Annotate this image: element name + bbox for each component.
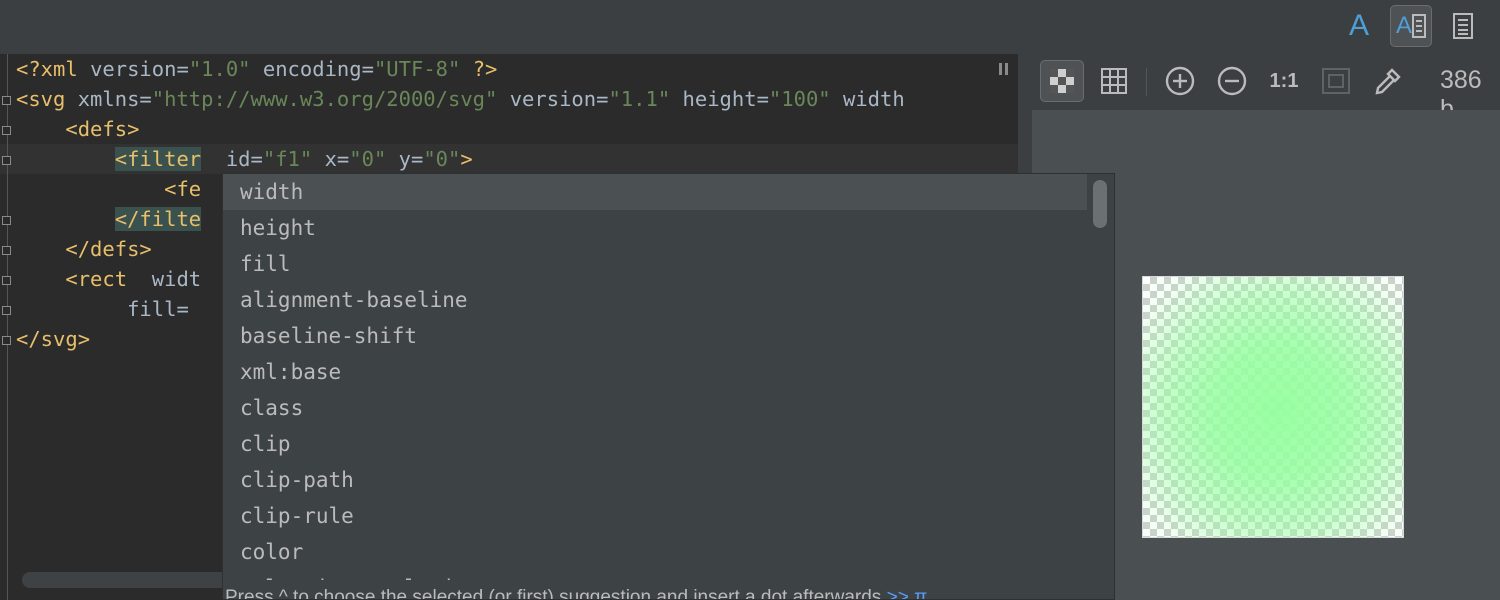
- code-line[interactable]: <rect widt: [16, 264, 201, 294]
- code-token: <rect: [65, 267, 140, 291]
- blurred-rect-render: [1143, 277, 1403, 537]
- toolbar-separator: [1146, 68, 1147, 96]
- code-token: id=: [201, 147, 263, 171]
- completion-item[interactable]: clip-rule: [223, 498, 1087, 534]
- code-line[interactable]: <filter id="f1" x="0" y="0">: [16, 144, 473, 174]
- completion-more-link[interactable]: >> π: [887, 587, 928, 599]
- fold-marker-icon[interactable]: [2, 306, 11, 315]
- code-token: "1.0": [188, 57, 251, 81]
- fit-to-window-icon: [1322, 68, 1350, 94]
- completion-item[interactable]: xml:base: [223, 354, 1087, 390]
- fold-gutter: [7, 54, 8, 600]
- code-token: <svg: [16, 87, 78, 111]
- completion-item[interactable]: width: [223, 174, 1087, 210]
- completion-item[interactable]: alignment-baseline: [223, 282, 1087, 318]
- color-picker-button[interactable]: [1370, 60, 1406, 102]
- code-token: ?>: [460, 57, 498, 81]
- fold-marker-icon[interactable]: [2, 216, 11, 225]
- code-token: >: [460, 147, 473, 171]
- code-line[interactable]: </defs>: [16, 234, 152, 264]
- zoom-out-icon: [1217, 66, 1247, 96]
- fold-marker-icon[interactable]: [2, 96, 11, 105]
- completion-item[interactable]: fill: [223, 246, 1087, 282]
- code-token: fill=: [16, 297, 189, 321]
- code-token: "f1": [262, 147, 313, 171]
- zoom-in-button[interactable]: [1162, 60, 1198, 102]
- completion-hint: Press ^ to choose the selected (or first…: [223, 580, 1114, 600]
- code-token: "0": [423, 147, 461, 171]
- code-token: </svg>: [16, 327, 91, 351]
- completion-scrollbar[interactable]: [1093, 180, 1107, 228]
- preview-only-mode-button[interactable]: [1442, 5, 1484, 47]
- editor-and-preview-mode-button[interactable]: A: [1390, 5, 1432, 47]
- fold-marker-icon[interactable]: [2, 336, 11, 345]
- completion-item[interactable]: clip: [223, 426, 1087, 462]
- code-token: x=: [312, 147, 350, 171]
- top-toolbar: A A: [0, 0, 1500, 54]
- code-token: <defs>: [65, 117, 140, 141]
- code-line[interactable]: <svg xmlns="http://www.w3.org/2000/svg" …: [16, 84, 905, 114]
- actual-size-button[interactable]: 1:1: [1266, 60, 1302, 102]
- completion-item[interactable]: baseline-shift: [223, 318, 1087, 354]
- completion-popup[interactable]: width height fill alignment-baseline baselin…: [222, 173, 1115, 600]
- code-line[interactable]: </svg>: [16, 324, 90, 354]
- code-token: xmlns=: [77, 87, 152, 111]
- code-token: "100": [768, 87, 831, 111]
- fit-zoom-button[interactable]: [1318, 60, 1354, 102]
- fold-marker-icon[interactable]: [2, 276, 11, 285]
- pause-icon[interactable]: [998, 62, 1010, 81]
- completion-item[interactable]: class: [223, 390, 1087, 426]
- code-token: widt: [139, 267, 202, 291]
- code-token: "UTF-8": [373, 57, 461, 81]
- code-token: version=: [90, 57, 189, 81]
- editor-only-mode-button[interactable]: A: [1338, 5, 1380, 47]
- completion-hint-text: Press ^ to choose the selected (or first…: [225, 587, 882, 600]
- code-token: encoding=: [250, 57, 374, 81]
- eyedropper-icon: [1375, 68, 1401, 95]
- code-token: "0": [349, 147, 387, 171]
- chessboard-icon: [1050, 69, 1074, 93]
- zoom-out-button[interactable]: [1214, 60, 1250, 102]
- code-line[interactable]: <?xml version="1.0" encoding="UTF-8" ?>: [16, 54, 497, 84]
- code-token: height=: [670, 87, 769, 111]
- code-line[interactable]: <defs>: [16, 114, 139, 144]
- completion-item[interactable]: height: [223, 210, 1087, 246]
- split-view-icon: A: [1396, 12, 1426, 40]
- fold-marker-icon[interactable]: [2, 156, 11, 165]
- code-token: "1.1": [608, 87, 671, 111]
- code-line[interactable]: fill=: [16, 294, 189, 324]
- grid-icon: [1101, 68, 1127, 94]
- completion-item[interactable]: clip-path: [223, 462, 1087, 498]
- document-preview-icon: [1453, 13, 1473, 39]
- code-token: <filter: [114, 147, 202, 171]
- code-token: </defs>: [65, 237, 152, 261]
- zoom-in-icon: [1165, 66, 1195, 96]
- text-a-icon: A: [1348, 9, 1369, 42]
- code-token: </filte: [114, 207, 202, 231]
- chessboard-background-toggle[interactable]: [1040, 60, 1084, 102]
- code-token: width: [830, 87, 905, 111]
- svg-preview-image: [1142, 276, 1404, 538]
- code-token: version=: [497, 87, 609, 111]
- code-token: <?xml: [16, 57, 91, 81]
- grid-toggle-button[interactable]: [1096, 60, 1132, 102]
- fold-marker-icon[interactable]: [2, 126, 11, 135]
- code-line[interactable]: </filte: [16, 204, 202, 234]
- code-token: "http://www.w3.org/2000/svg": [151, 87, 498, 111]
- fold-marker-icon[interactable]: [2, 246, 11, 255]
- code-token: y=: [386, 147, 424, 171]
- code-line[interactable]: <fe: [16, 174, 201, 204]
- code-token: <fe: [164, 177, 202, 201]
- actual-size-label: 1:1: [1269, 69, 1299, 92]
- completion-item[interactable]: color: [223, 534, 1087, 570]
